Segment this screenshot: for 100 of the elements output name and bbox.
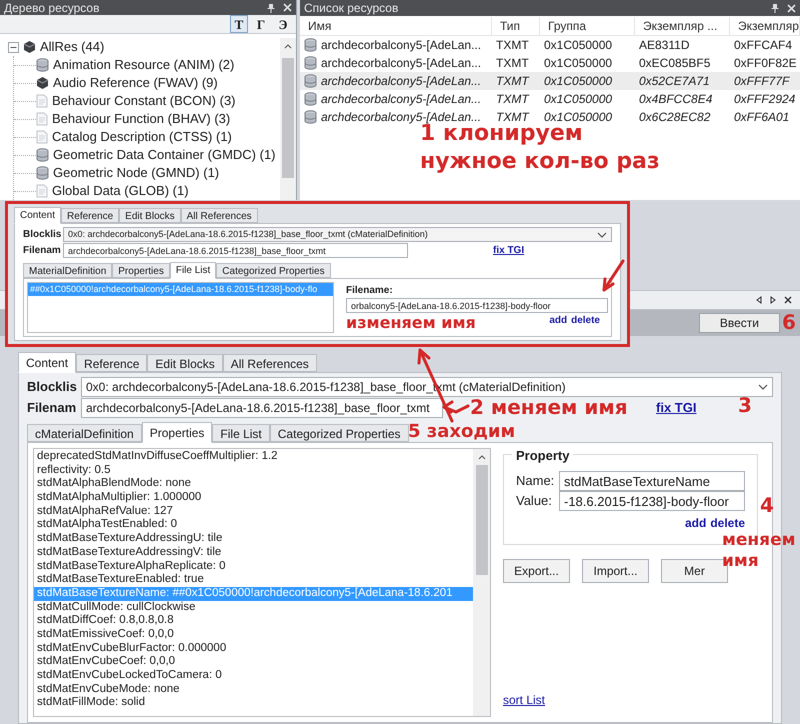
property-item[interactable]: stdMatBaseTextureAddressingU: tile <box>34 532 473 546</box>
dropdown-chevron-icon <box>758 384 768 390</box>
property-item[interactable]: stdMatEnvCubeMode: none <box>34 682 473 696</box>
filename-field[interactable]: orbalcony5-[AdeLana-18.6.2015-f1238]-body-floor <box>346 298 608 313</box>
tab[interactable]: Properties <box>142 422 212 443</box>
field-label: Name: <box>516 472 556 490</box>
tab[interactable]: Reference <box>76 354 148 372</box>
property-item[interactable]: stdMatEnvCubeBlurFactor: 0.000000 <box>34 642 473 656</box>
table-cell-text: TXMT <box>496 109 529 126</box>
table-row[interactable]: archdecorbalcony5-[AdeLan... TXMT 0x1C050000 0x4BFCC8E4 0xFFF2924 <box>300 90 800 108</box>
field-label: Filenam <box>23 244 62 258</box>
tree-item[interactable]: AllRes (44) <box>40 37 104 57</box>
tab[interactable]: Content <box>14 207 62 224</box>
annotation-text: нужное кол-во раз <box>420 148 660 175</box>
fix-tgi-link[interactable]: fix TGI <box>493 243 524 258</box>
scroll-up-icon[interactable] <box>284 42 292 50</box>
table-cell-text: archdecorbalcony5-[AdeLan... <box>321 91 482 108</box>
filename-field[interactable]: archdecorbalcony5-[AdeLana-18.6.2015-f1238]_base_floor_txmt <box>81 398 443 418</box>
tree-item[interactable]: Behaviour Constant (BCON) (3) <box>52 91 236 111</box>
database-icon <box>304 38 317 52</box>
table-cell-text: 0xFFCAF4 <box>734 37 792 54</box>
annotation-text: 6 <box>782 310 796 335</box>
toolbar-button[interactable]: Г <box>252 15 270 33</box>
tree-item[interactable]: Animation Resource (ANIM) (2) <box>53 55 234 75</box>
scroll-left-icon[interactable] <box>756 296 762 304</box>
tree-item[interactable]: Geometric Node (GMND) (1) <box>53 163 220 183</box>
tab[interactable]: Properties <box>112 263 170 278</box>
table-row[interactable]: archdecorbalcony5-[AdeLan... TXMT 0x1C050000 0xEC085BF5 0xFF0F82E <box>300 54 800 72</box>
action-button[interactable]: Export... <box>503 559 570 583</box>
table-cell-text: 0x6C28EC82 <box>639 109 710 126</box>
tree-item[interactable]: Behaviour Function (BHAV) (3) <box>52 109 230 129</box>
column-header[interactable]: Экземпляр ... <box>635 16 730 34</box>
tab[interactable]: All References <box>222 354 317 372</box>
property-item[interactable]: stdMatBaseTextureEnabled: true <box>34 573 473 587</box>
table-row[interactable]: archdecorbalcony5-[AdeLan... TXMT 0x1C050000 0x52CE7A71 0xFFF77F <box>300 72 800 90</box>
scroll-right-icon[interactable] <box>770 296 776 304</box>
table-cell-text: AE8311D <box>639 37 690 54</box>
property-item[interactable]: stdMatAlphaBlendMode: none <box>34 477 473 492</box>
tab[interactable]: Reference <box>61 208 120 223</box>
tab[interactable]: Edit Blocks <box>119 208 181 223</box>
tab[interactable]: All References <box>180 208 258 223</box>
property-item[interactable]: stdMatEmissiveCoef: 0,0,0 <box>34 628 473 642</box>
table-cell-text: archdecorbalcony5-[AdeLan... <box>321 73 482 90</box>
property-item[interactable]: stdMatAlphaMultiplier: 1.000000 <box>34 491 473 505</box>
field-label: Filename: <box>346 284 394 298</box>
tab[interactable]: MaterialDefinition <box>23 263 112 278</box>
property-item[interactable]: deprecatedStdMatInvDiffuseCoeffMultiplier: 1.2 <box>34 450 473 464</box>
panel-title: Дерево ресурсов <box>4 2 100 14</box>
sort-list-link[interactable]: sort List <box>503 691 546 709</box>
column-header[interactable]: Имя <box>300 16 492 34</box>
tab[interactable]: Categorized Properties <box>216 263 331 278</box>
property-item[interactable]: stdMatCullMode: cullClockwise <box>34 600 473 614</box>
name-field[interactable]: stdMatBaseTextureName <box>559 471 745 491</box>
column-header[interactable]: Группа <box>540 16 635 34</box>
filename-field[interactable]: archdecorbalcony5-[AdeLana-18.6.2015-f1238]_base_floor_txmt <box>63 243 408 258</box>
value-field[interactable]: -18.6.2015-f1238]-body-floor <box>559 491 745 511</box>
table-row[interactable]: archdecorbalcony5-[AdeLan... TXMT 0x1C050000 AE8311D 0xFFCAF4 <box>300 36 800 54</box>
table-cell-text: 0x1C050000 <box>544 91 612 108</box>
property-item[interactable]: stdMatAlphaTestEnabled: 0 <box>34 518 473 532</box>
close-icon[interactable] <box>784 296 792 304</box>
tree-item[interactable]: Geometric Data Container (GMDC) (1) <box>53 145 276 165</box>
tree-item[interactable]: Audio Reference (FWAV) (9) <box>53 73 218 93</box>
table-cell-text: 0xFFF77F <box>734 73 790 90</box>
property-item[interactable]: stdMatFillMode: solid <box>34 696 473 710</box>
column-header[interactable]: Тип <box>492 16 540 34</box>
tab[interactable]: cMaterialDefinition <box>27 424 142 442</box>
collapse-icon[interactable] <box>8 42 19 52</box>
scroll-up-icon[interactable] <box>478 453 486 461</box>
toolbar-button[interactable]: Э <box>274 15 292 33</box>
property-item[interactable]: stdMatEnvCubeCoef: 0,0,0 <box>34 655 473 669</box>
add-link[interactable]: add <box>549 313 568 328</box>
blocklist-dropdown[interactable]: 0x0: archdecorbalcony5-[AdeLana-18.6.2015-f1238]_base_floor_txmt (cMaterialDefinition) <box>63 227 612 242</box>
property-item[interactable]: stdMatDiffCoef: 0.8,0.8,0.8 <box>34 614 473 628</box>
fix-tgi-link[interactable]: fix TGI <box>656 398 696 418</box>
apply-button[interactable]: Ввести <box>698 313 780 333</box>
tree-item[interactable]: Global Data (GLOB) (1) <box>52 181 189 201</box>
tab[interactable]: Categorized Properties <box>270 424 408 442</box>
property-item[interactable]: stdMatBaseTextureAlphaReplicate: 0 <box>34 560 473 574</box>
tab[interactable]: Content <box>18 352 76 373</box>
add-link[interactable]: add <box>684 514 706 532</box>
property-item[interactable]: stdMatBaseTextureAddressingV: tile <box>34 546 473 560</box>
pin-icon[interactable] <box>771 3 779 13</box>
tree-item[interactable]: Catalog Description (CTSS) (1) <box>52 127 232 147</box>
pin-icon[interactable] <box>267 2 275 12</box>
tab[interactable]: File List <box>170 262 216 279</box>
scrollbar[interactable] <box>280 38 296 200</box>
toolbar-button[interactable]: Т <box>230 15 248 33</box>
dropdown-chevron-icon <box>597 232 607 238</box>
column-header[interactable]: Экземпляр <box>730 16 800 34</box>
scrollbar[interactable] <box>473 449 490 716</box>
tab[interactable]: File List <box>212 424 270 442</box>
delete-link[interactable]: delete <box>571 313 600 328</box>
property-item[interactable]: stdMatAlphaRefValue: 127 <box>34 504 473 518</box>
database-icon <box>36 58 49 72</box>
delete-link[interactable]: delete <box>710 514 745 532</box>
field-label: Filenam <box>27 399 78 418</box>
property-item[interactable]: stdMatEnvCubeLockedToCamera: 0 <box>34 669 473 683</box>
property-item[interactable]: reflectivity: 0.5 <box>34 464 473 478</box>
tab[interactable]: Edit Blocks <box>147 354 223 372</box>
action-button[interactable]: Import... <box>582 559 649 583</box>
